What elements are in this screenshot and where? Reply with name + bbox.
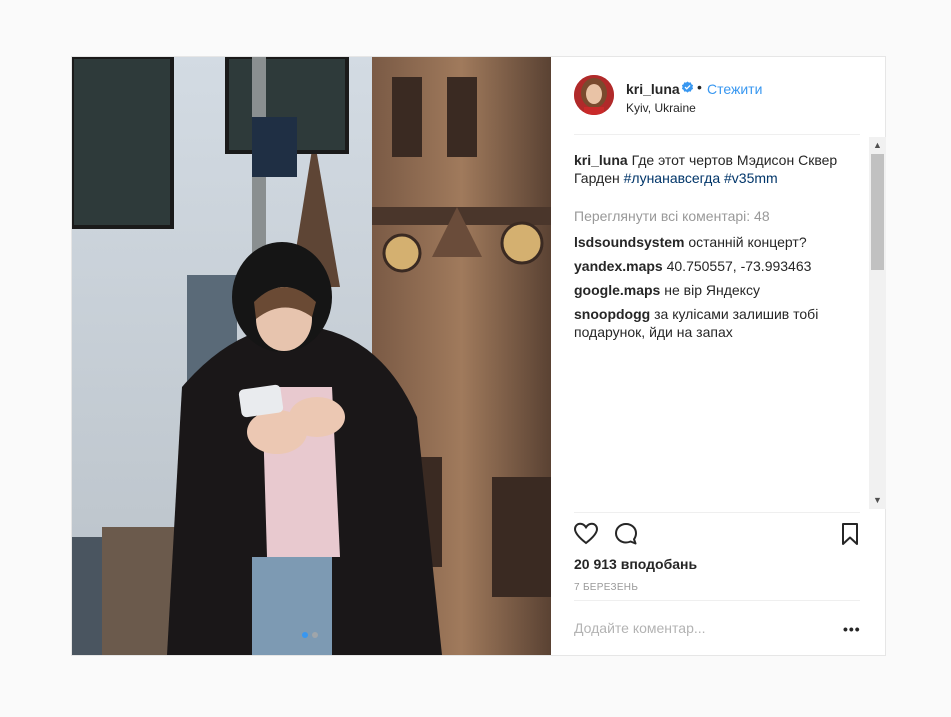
carousel-dot-active[interactable]: [302, 632, 308, 638]
post-side-panel: kri_luna • Стежити Kyiv, Ukraine kri_lun…: [551, 57, 886, 655]
hashtag-link[interactable]: #лунанавсегда: [624, 170, 721, 186]
comment-item: google.maps не вір Яндексу: [574, 281, 854, 299]
caption: kri_luna Где этот чертов Мэдисон Сквер Г…: [574, 151, 854, 187]
avatar-image: [574, 75, 614, 115]
comments-list: kri_luna Где этот чертов Мэдисон Сквер Г…: [574, 151, 854, 509]
comment-item: lsdsoundsystem останній концерт?: [574, 233, 854, 251]
comments-scrollbar[interactable]: ▲ ▼: [869, 137, 886, 509]
post-header: kri_luna • Стежити Kyiv, Ukraine: [551, 57, 865, 134]
bookmark-icon[interactable]: [837, 521, 863, 547]
divider: [574, 134, 860, 135]
comment-username[interactable]: snoopdogg: [574, 306, 650, 322]
view-all-comments-link[interactable]: Переглянути всі коментарі: 48: [574, 207, 854, 225]
divider: [574, 512, 860, 513]
scroll-up-icon[interactable]: ▲: [869, 137, 886, 154]
comment-item: yandex.maps 40.750557, -73.993463: [574, 257, 854, 275]
header-separator: •: [697, 79, 702, 95]
post-photo[interactable]: [72, 57, 551, 655]
carousel-indicator: [302, 632, 318, 638]
heart-icon[interactable]: [573, 521, 599, 547]
comment-icon[interactable]: [613, 521, 639, 547]
likes-count[interactable]: 20 913 вподобань: [574, 556, 697, 572]
post-actions: [573, 521, 863, 547]
hashtag-link[interactable]: #v35mm: [724, 170, 778, 186]
comment-username[interactable]: lsdsoundsystem: [574, 234, 684, 250]
follow-button[interactable]: Стежити: [707, 81, 762, 97]
verified-badge-icon: [681, 81, 694, 93]
avatar[interactable]: [574, 75, 614, 115]
comment-username[interactable]: yandex.maps: [574, 258, 663, 274]
photo-illustration: [72, 57, 551, 655]
comment-text: 40.750557, -73.993463: [666, 258, 812, 274]
comment-username[interactable]: google.maps: [574, 282, 660, 298]
more-options-button[interactable]: •••: [843, 621, 861, 637]
divider: [574, 600, 860, 601]
caption-username[interactable]: kri_luna: [574, 152, 628, 168]
scrollbar-thumb[interactable]: [871, 154, 884, 270]
carousel-dot[interactable]: [312, 632, 318, 638]
comment-text: не вір Яндексу: [664, 282, 760, 298]
add-comment-input[interactable]: [574, 617, 824, 639]
post-location[interactable]: Kyiv, Ukraine: [626, 101, 696, 115]
post-username[interactable]: kri_luna: [626, 81, 680, 97]
post-card: kri_luna • Стежити Kyiv, Ukraine kri_lun…: [71, 56, 886, 656]
comment-item: snoopdogg за кулісами залишив тобі подар…: [574, 305, 854, 341]
post-date[interactable]: 7 березень: [574, 582, 638, 593]
scroll-down-icon[interactable]: ▼: [869, 492, 886, 509]
comment-text: останній концерт?: [688, 234, 807, 250]
